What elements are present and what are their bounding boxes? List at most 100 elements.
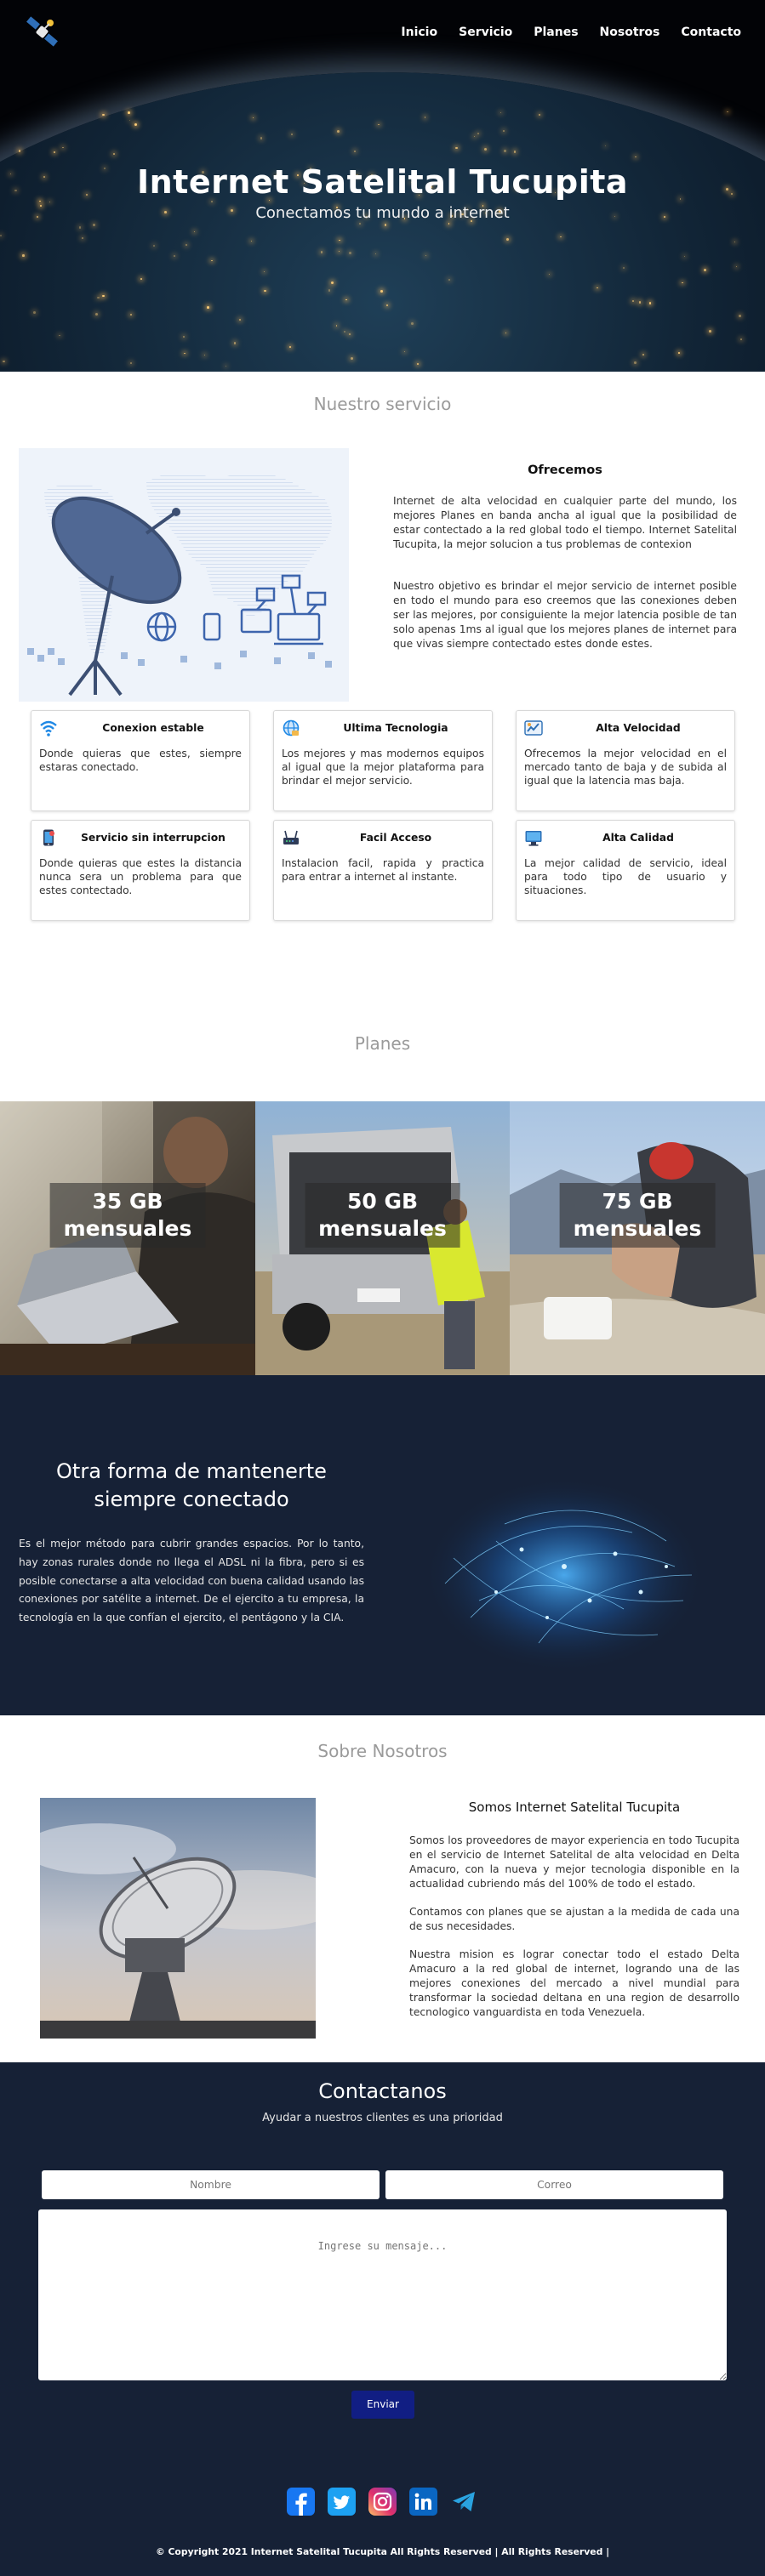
service-heading: Ofrecemos (528, 463, 602, 477)
satellite-logo-icon[interactable] (24, 14, 61, 51)
linkedin-icon[interactable] (409, 2488, 437, 2516)
city-light (448, 279, 451, 281)
service-section: Nuestro servicio Ofrecemos Internet de a… (0, 372, 765, 1016)
nav-links: Inicio Servicio Planes Nosotros Contacto (401, 26, 741, 39)
plan-label: 50 GB mensuales (305, 1183, 460, 1248)
city-light (95, 312, 99, 316)
nav-link-nosotros[interactable]: Nosotros (600, 26, 660, 39)
city-light (186, 243, 188, 246)
city-light (631, 299, 634, 303)
city-light (92, 224, 95, 227)
city-light (264, 271, 265, 273)
city-light (505, 332, 507, 334)
plan-label: 75 GB mensuales (559, 1183, 716, 1248)
feature-card: Facil Acceso Instalacion facil, rapida y… (273, 820, 493, 921)
city-light (82, 236, 84, 239)
phone-icon (43, 829, 54, 846)
feature-card: Alta Velocidad Ofrecemos la mejor veloci… (516, 710, 735, 811)
city-light (417, 362, 420, 366)
plan-period: mensuales (318, 1216, 447, 1241)
city-light (264, 290, 266, 293)
city-light (477, 132, 479, 134)
nav-link-inicio[interactable]: Inicio (401, 26, 437, 39)
city-light (330, 281, 334, 285)
message-textarea[interactable] (38, 2209, 727, 2380)
city-light (62, 147, 64, 149)
city-light (678, 352, 681, 355)
city-light (260, 137, 263, 139)
name-input[interactable] (42, 2170, 380, 2199)
feature-card-title: Alta Calidad (602, 832, 674, 844)
city-light (336, 129, 340, 133)
city-light (290, 134, 293, 136)
plan-period: mensuales (63, 1216, 192, 1241)
city-light (102, 113, 105, 117)
contact-section: Contactanos Ayudar a nuestros clientes e… (0, 2062, 765, 2576)
contact-subtitle: Ayudar a nuestros clientes es una priori… (262, 2112, 503, 2124)
city-light (380, 289, 384, 293)
city-light (238, 319, 241, 321)
plan-card-50gb[interactable]: 50 GB mensuales (255, 1101, 510, 1375)
facebook-icon[interactable] (287, 2488, 315, 2516)
city-light (727, 111, 728, 113)
email-input[interactable] (385, 2170, 723, 2199)
city-light (339, 250, 340, 252)
city-light (455, 147, 458, 150)
copyright-text: © Copyright 2021 Internet Satelital Tucu… (155, 2546, 610, 2557)
feature-card: Servicio sin interrupcion Donde quieras … (31, 820, 250, 921)
hero-text: Internet Satelital Tucupita Conectamos t… (0, 163, 765, 222)
top-nav: Inicio Servicio Planes Nosotros Contacto (0, 0, 765, 65)
feature-cards: Conexion estable Donde quieras que estes… (31, 710, 735, 921)
feature-card-text: Los mejores y mas modernos equipos al ig… (282, 748, 484, 787)
city-light (739, 314, 742, 317)
city-light (345, 299, 347, 301)
city-light (22, 254, 25, 257)
feature-card-title: Conexion estable (102, 722, 204, 734)
instagram-icon[interactable] (368, 2488, 397, 2516)
nav-link-servicio[interactable]: Servicio (459, 26, 512, 39)
plan-label: 35 GB mensuales (49, 1183, 206, 1248)
about-section-title: Sobre Nosotros (317, 1741, 448, 1761)
plans-section: 35 GB mensuales 50 GB mensuales 75 GB me… (0, 1101, 765, 1375)
nav-link-contacto[interactable]: Contacto (681, 26, 741, 39)
city-light (134, 123, 138, 127)
city-light (173, 254, 176, 258)
plan-period: mensuales (573, 1216, 702, 1241)
city-light (349, 333, 351, 335)
connected-section: Otra forma de mantenerte siempre conecta… (0, 1375, 765, 1715)
city-light (78, 226, 82, 229)
service-paragraph-2: Nuestro objetivo es brindar el mejor ser… (393, 580, 737, 650)
city-light (152, 245, 155, 247)
city-light (503, 129, 505, 133)
city-light (642, 354, 645, 356)
telegram-icon[interactable] (450, 2488, 478, 2516)
city-light (113, 153, 116, 155)
twitter-icon[interactable] (328, 2488, 356, 2516)
network-globe-image (424, 1477, 705, 1673)
nav-link-planes[interactable]: Planes (534, 26, 578, 39)
hero-title: Internet Satelital Tucupita (136, 163, 629, 201)
about-heading: Somos Internet Satelital Tucupita (468, 1800, 681, 1815)
plans-section-title: Planes (354, 1033, 411, 1054)
plan-card-35gb[interactable]: 35 GB mensuales (0, 1101, 255, 1375)
plan-card-75gb[interactable]: 75 GB mensuales (510, 1101, 765, 1375)
city-light (386, 304, 389, 306)
city-light (288, 345, 292, 349)
city-light (184, 352, 186, 355)
city-light (128, 120, 130, 122)
city-light (604, 145, 607, 147)
about-dish-photo (40, 1798, 316, 2039)
send-button[interactable]: Enviar (351, 2391, 414, 2419)
about-paragraph-2: Contamos con planes que se ajustan a la … (409, 1906, 739, 1932)
city-light (351, 357, 354, 361)
feature-card-text: Instalacion facil, rapida y practica par… (282, 857, 484, 883)
city-light (514, 151, 517, 153)
city-light (233, 342, 236, 344)
service-description: Ofrecemos Internet de alta velocidad en … (393, 463, 737, 679)
service-paragraph-1: Internet de alta velocidad en cualquier … (393, 495, 737, 550)
hero-subtitle: Conectamos tu mundo a internet (255, 204, 510, 222)
globe-icon (283, 719, 300, 736)
service-section-title: Nuestro servicio (313, 394, 452, 414)
feature-card-text: Donde quieras que estes la distancia nun… (39, 857, 242, 896)
city-light (560, 236, 562, 238)
